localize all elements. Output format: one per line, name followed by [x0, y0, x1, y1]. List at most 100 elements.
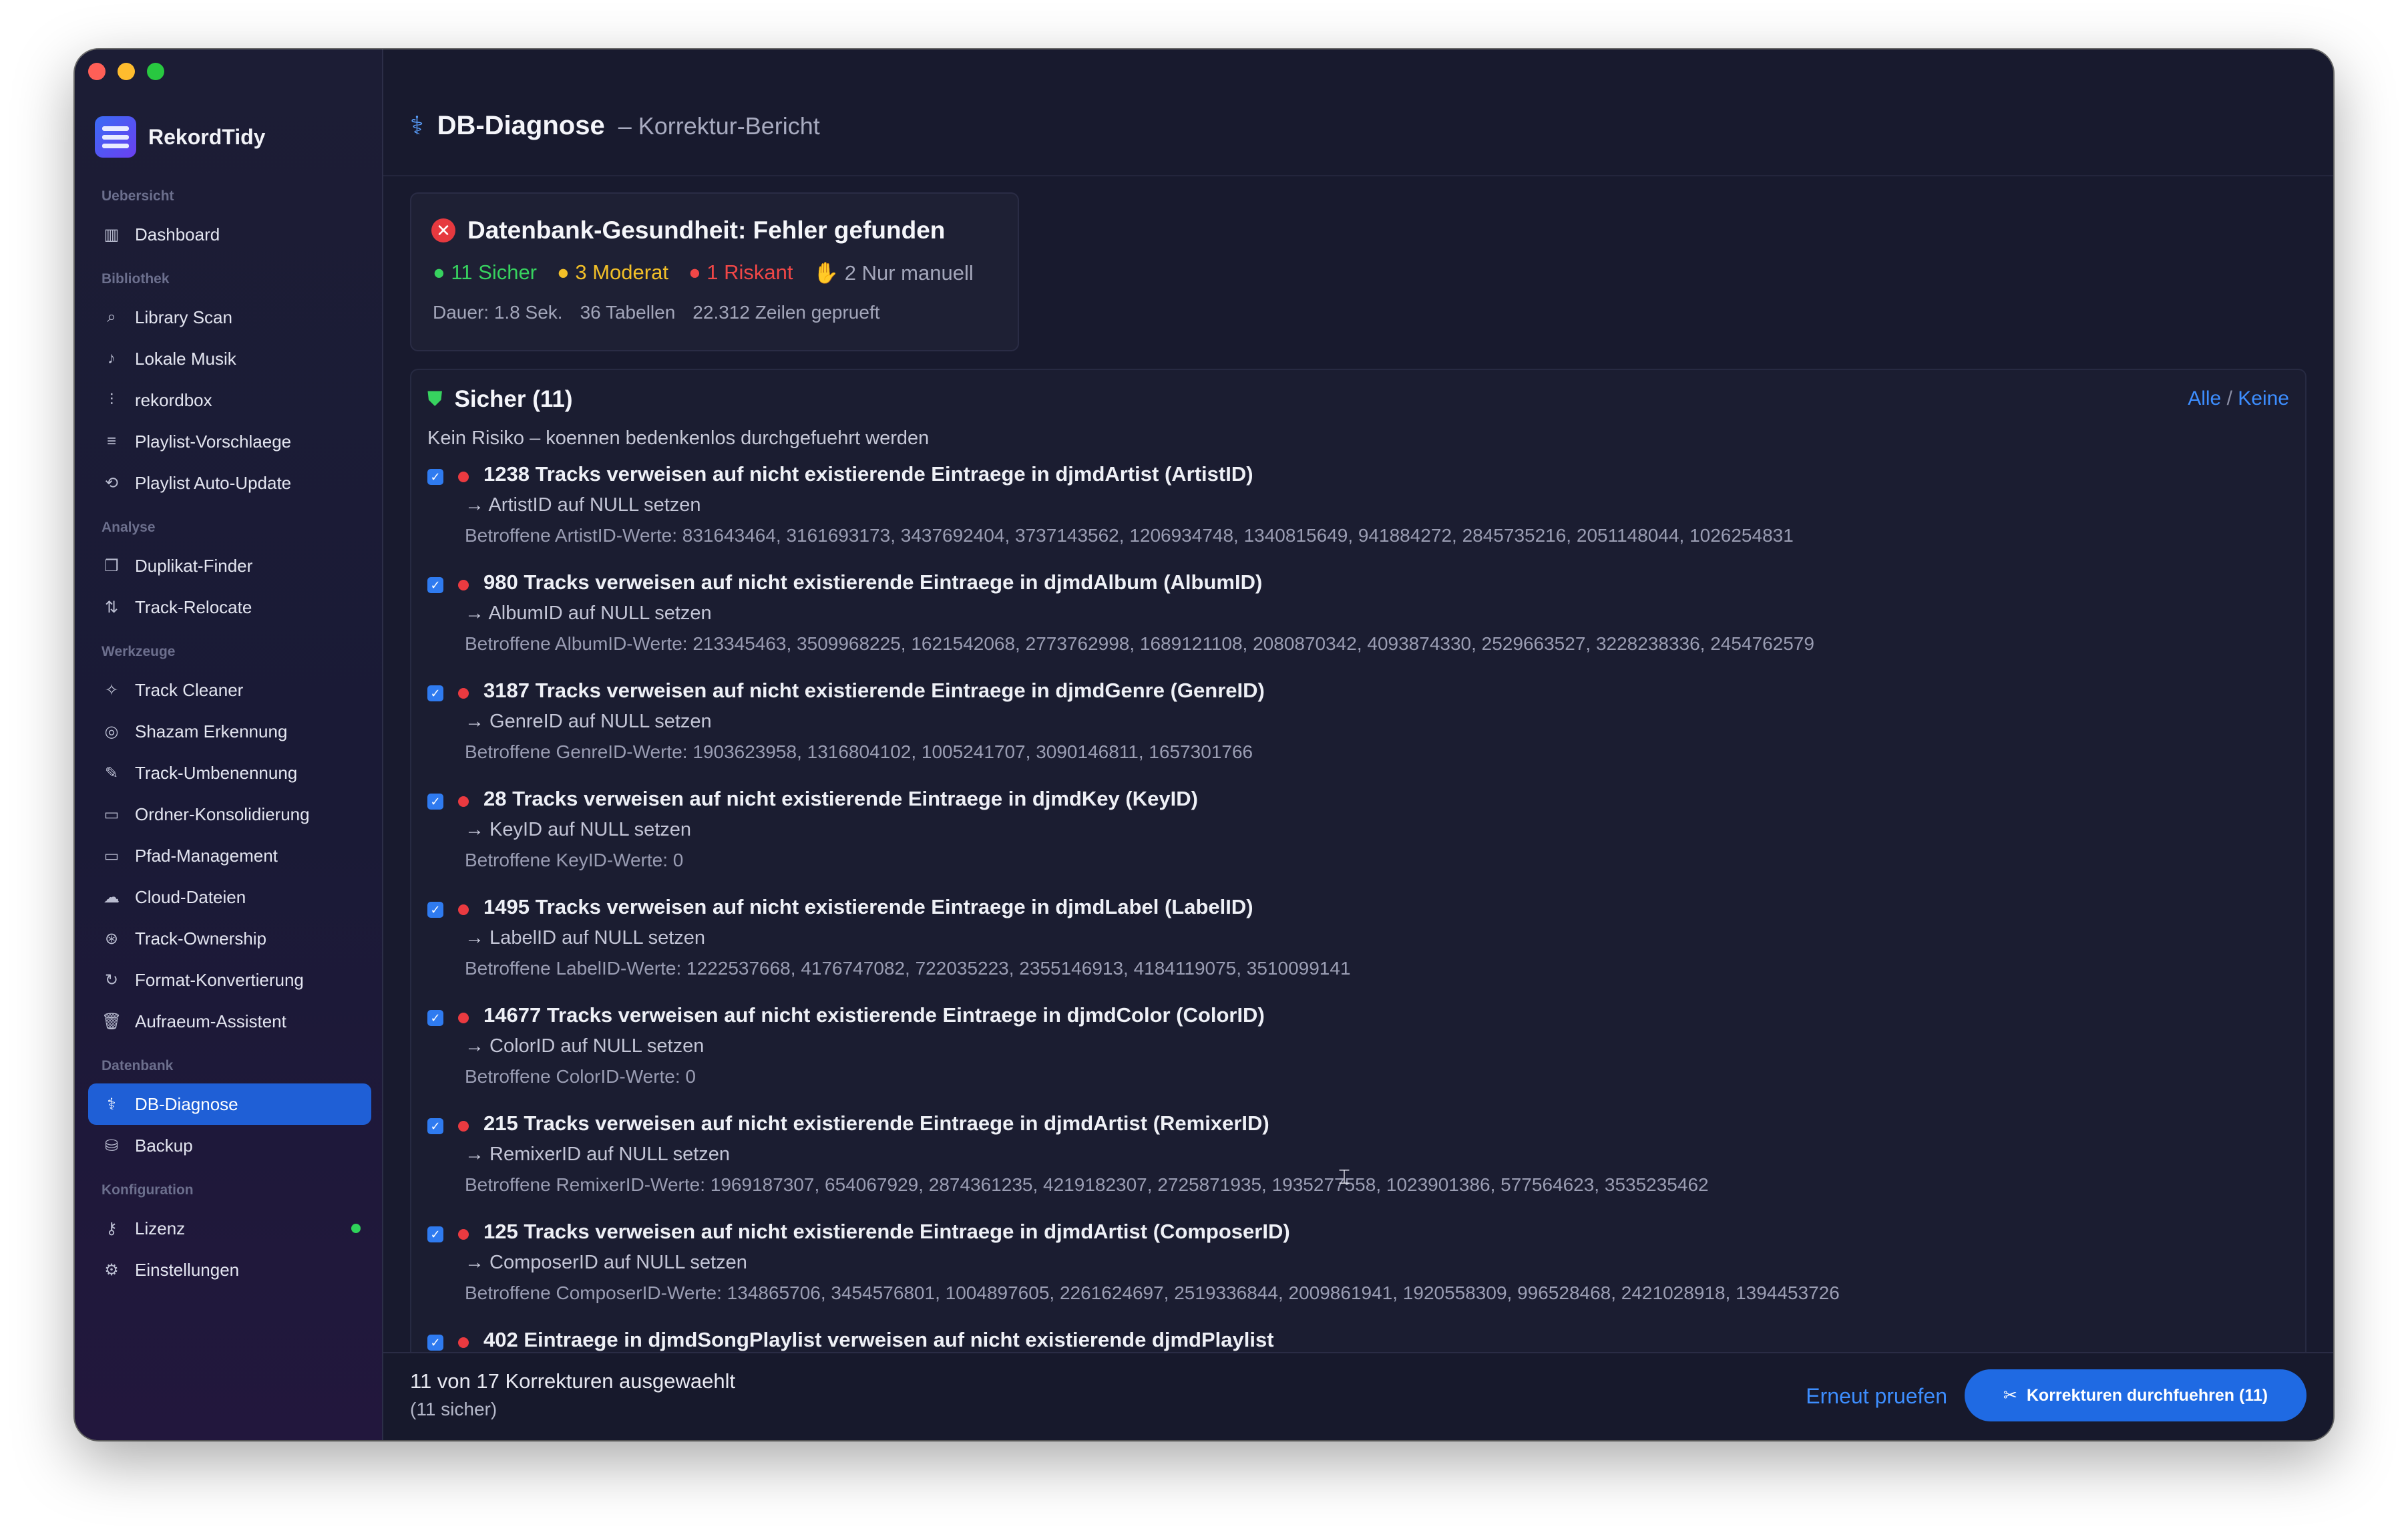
- minimize-window-button[interactable]: [118, 63, 135, 80]
- sidebar-item-label: Einstellungen: [135, 1259, 240, 1280]
- severity-dot: [458, 904, 469, 915]
- issue-checkbox[interactable]: ✓: [427, 1118, 443, 1134]
- sidebar-nav: Uebersicht ▥ Dashboard Bibliothek ⌕ Library S…: [88, 188, 371, 1291]
- sidebar-item-label: Aufraeum-Assistent: [135, 1011, 286, 1031]
- gear-icon: ⚙: [104, 1260, 119, 1279]
- select-all-link[interactable]: Alle: [2188, 387, 2221, 409]
- issue-checkbox[interactable]: ✓: [427, 1226, 443, 1242]
- issue-values: Betroffene AlbumID-Werte: 213345463, 350…: [465, 633, 1814, 654]
- sidebar-item-label: Track-Relocate: [135, 596, 252, 617]
- sparkle-icon: ✧: [104, 681, 119, 699]
- safe-count-label: 11 Sicher: [451, 261, 538, 284]
- issue-title: 3187 Tracks verweisen auf nicht existier…: [483, 679, 1265, 702]
- sidebar-item-db-diagnose[interactable]: ⚕ DB-Diagnose: [88, 1083, 371, 1125]
- severity-dot: [458, 472, 469, 482]
- issue-item: ✓ 980 Tracks verweisen auf nicht existier…: [427, 570, 2292, 679]
- sidebar-item-label: Lokale Musik: [135, 348, 236, 369]
- sidebar-item-format-konvertierung[interactable]: ↻ Format-Konvertierung: [88, 959, 371, 1001]
- nav-section-label: Analyse: [102, 520, 156, 535]
- sidebar-item-label: DB-Diagnose: [135, 1093, 238, 1114]
- nav-section-label: Konfiguration: [102, 1182, 194, 1198]
- sidebar-item-lokale-musik[interactable]: ♪ Lokale Musik: [88, 338, 371, 379]
- issue-title: 215 Tracks verweisen auf nicht existiere…: [483, 1112, 1269, 1135]
- sidebar-item-einstellungen[interactable]: ⚙ Einstellungen: [88, 1249, 371, 1291]
- sidebar-item-track-cleaner[interactable]: ✧ Track Cleaner: [88, 669, 371, 711]
- issue-values: Betroffene ColorID-Werte: 0: [465, 1066, 696, 1087]
- issue-checkbox[interactable]: ✓: [427, 685, 443, 701]
- sidebar: RekordTidy Uebersicht ▥ Dashboard Bibliothe…: [75, 49, 383, 1440]
- issue-checkbox[interactable]: ✓: [427, 1335, 443, 1351]
- issue-action: → AlbumID auf NULL setzen: [465, 603, 712, 624]
- risky-count-label: 1 Riskant: [707, 261, 793, 284]
- risky-count: ● 1 Riskant: [688, 261, 793, 284]
- sidebar-item-cloud-dateien[interactable]: ☁ Cloud-Dateien: [88, 876, 371, 918]
- issue-item: ✓ 1495 Tracks verweisen auf nicht existie…: [427, 895, 2292, 1003]
- issue-checkbox[interactable]: ✓: [427, 577, 443, 593]
- sidebar-item-label: Lizenz: [135, 1218, 186, 1238]
- issue-checkbox[interactable]: ✓: [427, 1010, 443, 1026]
- issue-checkbox[interactable]: ✓: [427, 469, 443, 485]
- issue-title: 1238 Tracks verweisen auf nicht existier…: [483, 462, 1253, 486]
- safe-section-title: Sicher (11): [454, 386, 573, 412]
- sidebar-item-label: Dashboard: [135, 224, 220, 244]
- close-window-button[interactable]: [88, 63, 106, 80]
- issue-item: ✓ 28 Tracks verweisen auf nicht existiere…: [427, 787, 2292, 895]
- sidebar-item-library-scan[interactable]: ⌕ Library Scan: [88, 297, 371, 338]
- sidebar-item-shazam-erkennung[interactable]: ◎ Shazam Erkennung: [88, 711, 371, 752]
- issue-checkbox[interactable]: ✓: [427, 902, 443, 918]
- sidebar-item-track-umbenennung[interactable]: ✎ Track-Umbenennung: [88, 752, 371, 794]
- health-counts: ● 11 Sicher ● 3 Moderat ● 1 Riskant ✋ 2 …: [433, 261, 974, 285]
- main-content: ⚕ DB-Diagnose – Korrektur-Bericht ✕ Date…: [383, 49, 2333, 1440]
- issue-item: ✓ 402 Eintraege in djmdSongPlaylist verwe…: [427, 1328, 2292, 1353]
- sidebar-item-playlist-auto-update[interactable]: ⟲ Playlist Auto-Update: [88, 462, 371, 504]
- sidebar-item-duplikat-finder[interactable]: ❐ Duplikat-Finder: [88, 545, 371, 586]
- zoom-window-button[interactable]: [147, 63, 164, 80]
- window-controls: [88, 63, 164, 80]
- page-header: ⚕ DB-Diagnose – Korrektur-Bericht: [383, 49, 2333, 176]
- scan-duration: Dauer: 1.8 Sek.: [433, 302, 563, 323]
- recheck-button[interactable]: Erneut pruefen: [1806, 1384, 1947, 1409]
- sidebar-item-label: Ordner-Konsolidierung: [135, 804, 310, 824]
- sidebar-item-playlist-vorschlaege[interactable]: ≡ Playlist-Vorschlaege: [88, 421, 371, 462]
- issue-title: 14677 Tracks verweisen auf nicht existie…: [483, 1003, 1265, 1027]
- sidebar-item-pfad-management[interactable]: ▭ Pfad-Management: [88, 835, 371, 876]
- sidebar-item-label: Library Scan: [135, 307, 232, 327]
- page-subtitle: – Korrektur-Bericht: [618, 112, 820, 140]
- nav-section-label: Bibliothek: [102, 271, 170, 287]
- relocate-icon: ⇅: [104, 598, 119, 617]
- sidebar-item-aufraeum-assistent[interactable]: 🗑 Aufraeum-Assistent: [88, 1001, 371, 1042]
- sidebar-item-lizenz[interactable]: ⚷ Lizenz: [88, 1208, 371, 1249]
- tools-icon: ✂: [2003, 1386, 2017, 1405]
- table-count: 36 Tabellen: [580, 302, 676, 323]
- sidebar-item-label: Track Cleaner: [135, 679, 244, 700]
- severity-dot: [458, 796, 469, 807]
- waveform-icon: ⫶: [110, 391, 114, 409]
- select-none-link[interactable]: Keine: [2238, 387, 2289, 409]
- health-summary-card: ✕ Datenbank-Gesundheit: Fehler gefunden …: [410, 192, 1019, 351]
- issue-title: 28 Tracks verweisen auf nicht existieren…: [483, 787, 1198, 810]
- severity-dot: [458, 1337, 469, 1348]
- nav-section-label: Werkzeuge: [102, 644, 176, 659]
- sidebar-item-track-ownership[interactable]: ⊛ Track-Ownership: [88, 918, 371, 959]
- health-title: ✕ Datenbank-Gesundheit: Fehler gefunden: [431, 216, 945, 244]
- folder-icon: ▭: [104, 805, 120, 824]
- sidebar-item-rekordbox[interactable]: ⫶ rekordbox: [88, 379, 371, 421]
- sidebar-item-label: Playlist-Vorschlaege: [135, 431, 292, 452]
- search-icon: ⌕: [107, 308, 116, 326]
- sidebar-item-track-relocate[interactable]: ⇅ Track-Relocate: [88, 586, 371, 628]
- issue-checkbox[interactable]: ✓: [427, 794, 443, 810]
- shazam-icon: ◎: [104, 722, 119, 741]
- issue-action: → ColorID auf NULL setzen: [465, 1035, 705, 1057]
- stethoscope-icon: ⚕: [107, 1095, 116, 1114]
- sidebar-item-backup[interactable]: ⛁ Backup: [88, 1125, 371, 1166]
- moderate-count: ● 3 Moderat: [557, 261, 668, 284]
- issue-action: → ComposerID auf NULL setzen: [465, 1252, 747, 1273]
- action-footer: 11 von 17 Korrekturen ausgewaehlt (11 si…: [383, 1352, 2333, 1440]
- sidebar-item-ordner-konsolidierung[interactable]: ▭ Ordner-Konsolidierung: [88, 794, 371, 835]
- sidebar-item-dashboard[interactable]: ▥ Dashboard: [88, 214, 371, 255]
- issue-values: Betroffene KeyID-Werte: 0: [465, 850, 684, 870]
- select-links: Alle / Keine: [2188, 387, 2289, 410]
- apply-fixes-button[interactable]: ✂ Korrekturen durchfuehren (11): [1965, 1369, 2306, 1421]
